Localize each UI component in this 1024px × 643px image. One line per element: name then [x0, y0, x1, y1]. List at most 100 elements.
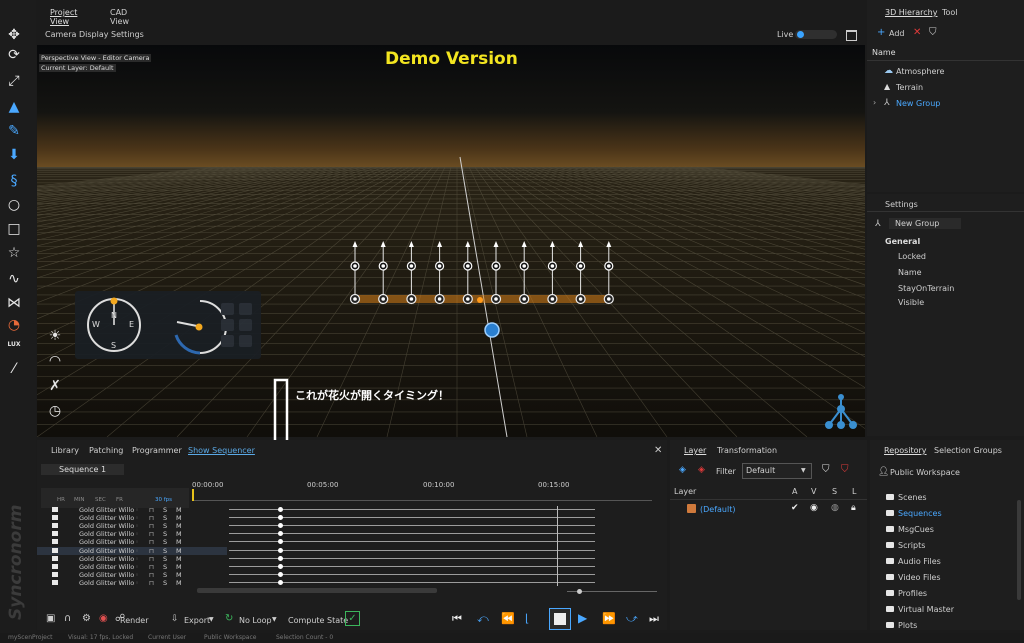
wand-icon[interactable]: ⁄ [2, 362, 26, 376]
gear-icon[interactable]: ⚙ [82, 613, 91, 624]
sun-icon[interactable]: ☀ [43, 329, 67, 343]
mute-button[interactable]: M [176, 563, 182, 571]
filter-apply-icon[interactable]: ⛉ [822, 464, 830, 475]
add-button[interactable]: Add [889, 29, 905, 38]
lock-icon[interactable]: ⊓ [149, 538, 154, 546]
keyframe[interactable] [278, 515, 283, 521]
mute-button[interactable]: M [176, 514, 182, 522]
emitter[interactable] [490, 241, 502, 305]
timeline-scrollbar[interactable] [197, 588, 437, 593]
step-forward-icon[interactable]: ⤻ [626, 612, 638, 626]
square-icon[interactable]: □ [2, 222, 26, 236]
marker-icon[interactable]: ⌊ [525, 612, 529, 625]
stop-button[interactable] [549, 608, 571, 630]
emitter[interactable] [434, 241, 445, 305]
emitter[interactable] [575, 241, 586, 305]
lock-icon[interactable]: ⊓ [149, 506, 154, 514]
add-icon[interactable]: + [877, 27, 885, 38]
visibility-dot-icon[interactable]: ◦ [135, 563, 139, 571]
solo-button[interactable]: S [163, 506, 167, 514]
expand-chevron-icon[interactable]: › [873, 98, 876, 107]
circle-icon[interactable]: ○ [2, 198, 26, 212]
menu-settings[interactable]: Settings [111, 30, 144, 39]
delete-icon[interactable]: ✕ [913, 27, 921, 38]
track-lane[interactable] [229, 565, 595, 567]
mute-button[interactable]: M [176, 571, 182, 579]
track-lane[interactable] [229, 581, 595, 583]
track-row[interactable]: Gold Glitter Willo ◦ ⊓ S M [37, 514, 227, 522]
playhead[interactable] [192, 489, 194, 501]
visibility-dot-icon[interactable]: ◦ [135, 530, 139, 538]
visibility-dot-icon[interactable]: ◦ [135, 547, 139, 555]
tab-project-view[interactable]: Project View [50, 8, 77, 26]
layer-row-default[interactable]: (Default) [700, 505, 735, 514]
tab-selection-groups[interactable]: Selection Groups [934, 446, 1002, 455]
keyframe[interactable] [278, 531, 283, 537]
mute-button[interactable]: M [176, 555, 182, 563]
hierarchy-item-atmosphere[interactable]: Atmosphere [896, 67, 944, 76]
repository-folder[interactable]: MsgCues [884, 522, 1024, 538]
compute-state-checkbox[interactable]: ✓ [345, 611, 360, 626]
zoom-slider[interactable] [567, 589, 657, 594]
timeline-ruler[interactable] [192, 490, 652, 501]
tab-repository[interactable]: Repository [884, 446, 927, 455]
lock-icon[interactable]: ⊓ [149, 571, 154, 579]
tab-patching[interactable]: Patching [89, 446, 123, 455]
preset-slot[interactable] [239, 319, 252, 331]
track-row[interactable]: Gold Glitter Willo ◦ ⊓ S M [37, 506, 227, 514]
gizmo-handle[interactable] [484, 322, 500, 338]
track-lane[interactable] [229, 517, 595, 519]
repository-folder[interactable]: Scenes [884, 490, 1024, 506]
track-lane[interactable] [229, 573, 595, 575]
tab-library[interactable]: Library [51, 446, 79, 455]
track-row[interactable]: Gold Glitter Willo ◦ ⊓ S M [37, 538, 227, 546]
export-icon[interactable]: ⇩ [171, 614, 179, 624]
tab-tool[interactable]: Tool [942, 8, 958, 17]
layers-remove-icon[interactable]: ◈ [698, 465, 705, 475]
mute-button[interactable]: M [176, 547, 182, 555]
close-icon[interactable]: ✕ [654, 445, 662, 456]
render-button[interactable]: Render [120, 616, 148, 625]
export-button[interactable]: Export [184, 616, 210, 625]
repository-folder[interactable]: Audio Files [884, 554, 1024, 570]
step-back-icon[interactable]: ⤺ [477, 612, 489, 626]
tab-transformation[interactable]: Transformation [717, 446, 777, 455]
tab-3d-hierarchy[interactable]: 3D Hierarchy [885, 8, 937, 17]
solo-button[interactable]: S [163, 563, 167, 571]
sequence-tab[interactable]: Sequence 1 [41, 464, 125, 475]
timer-icon[interactable]: ◷ [43, 404, 67, 418]
track-row[interactable]: Gold Glitter Willo ◦ ⊓ S M [37, 546, 227, 555]
preset-slot[interactable] [221, 319, 234, 331]
lock-icon[interactable]: 🔒︎ [851, 503, 856, 513]
keyframe[interactable] [278, 523, 283, 529]
lux-icon[interactable]: LUX [2, 338, 26, 352]
solo-button[interactable]: S [163, 555, 167, 563]
layer-color-swatch[interactable] [687, 504, 696, 513]
tab-programmer[interactable]: Programmer [132, 446, 182, 455]
satellite-icon[interactable]: ✗ [43, 379, 67, 393]
emitter[interactable] [547, 241, 558, 305]
track-lane[interactable] [229, 533, 595, 535]
rgb-icon[interactable]: ◔ [2, 318, 26, 332]
emitter-group[interactable] [37, 45, 865, 437]
emitter[interactable] [462, 241, 473, 305]
keyframe[interactable] [278, 547, 283, 553]
track-row[interactable]: Gold Glitter Willo ◦ ⊓ S M [37, 579, 227, 587]
magnet-icon[interactable]: ∩ [64, 613, 71, 624]
active-check-icon[interactable]: ✔ [791, 503, 799, 513]
scale-icon[interactable]: ⤢ [2, 74, 26, 88]
filter-clear-icon[interactable]: ⛉ [841, 464, 849, 475]
save-icon[interactable]: ▣ [46, 613, 55, 624]
live-switch[interactable] [795, 30, 837, 39]
repository-folder[interactable]: Virtual Master [884, 602, 1024, 618]
settings-object-name[interactable]: New Group [889, 218, 961, 229]
solo-icon[interactable]: ◍ [831, 503, 839, 513]
solo-button[interactable]: S [163, 530, 167, 538]
track-lane[interactable] [229, 509, 595, 510]
visibility-dot-icon[interactable]: ◦ [135, 555, 139, 563]
menu-display[interactable]: Display [79, 30, 109, 39]
live-toggle[interactable]: Live [777, 30, 837, 39]
emitter[interactable] [406, 241, 417, 305]
emitter[interactable] [349, 241, 361, 305]
paint-icon[interactable]: ✎ [2, 124, 26, 138]
